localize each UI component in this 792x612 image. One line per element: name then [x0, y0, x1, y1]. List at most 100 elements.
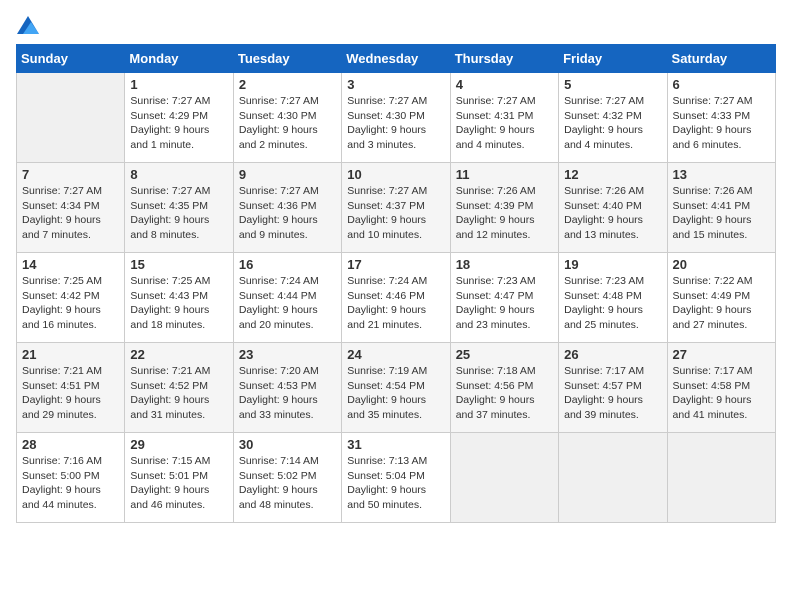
cell-content: Sunrise: 7:27 AM Sunset: 4:36 PM Dayligh…: [239, 184, 336, 243]
calendar-cell: 22 Sunrise: 7:21 AM Sunset: 4:52 PM Dayli…: [125, 343, 233, 433]
day-header: Monday: [125, 45, 233, 73]
calendar-week-row: 14Sunrise: 7:25 AM Sunset: 4:42 PM Dayli…: [17, 253, 776, 343]
day-number: 2: [239, 77, 336, 92]
cell-content: Sunrise: 7:24 AM Sunset: 4:46 PM Dayligh…: [347, 274, 444, 333]
day-header: Thursday: [450, 45, 558, 73]
day-number: 24: [347, 347, 444, 362]
calendar-week-row: 21 Sunrise: 7:21 AM Sunset: 4:51 PM Dayli…: [17, 343, 776, 433]
day-number: 25: [456, 347, 553, 362]
day-number: 7: [22, 167, 119, 182]
calendar-cell: 23 Sunrise: 7:20 AM Sunset: 4:53 PM Dayli…: [233, 343, 341, 433]
cell-content: Sunrise: 7:22 AM Sunset: 4:49 PM Dayligh…: [673, 274, 770, 333]
cell-content: Sunrise: 7:26 AM Sunset: 4:41 PM Dayligh…: [673, 184, 770, 243]
logo-icon: [17, 16, 39, 34]
calendar-cell: 15Sunrise: 7:25 AM Sunset: 4:43 PM Dayli…: [125, 253, 233, 343]
cell-content: Sunrise: 7:26 AM Sunset: 4:39 PM Dayligh…: [456, 184, 553, 243]
cell-content: Sunrise: 7:19 AM Sunset: 4:54 PM Dayligh…: [347, 364, 444, 423]
cell-content: Sunrise: 7:27 AM Sunset: 4:33 PM Dayligh…: [673, 94, 770, 153]
calendar-cell: 1Sunrise: 7:27 AM Sunset: 4:29 PM Daylig…: [125, 73, 233, 163]
calendar-cell: [559, 433, 667, 523]
day-header: Tuesday: [233, 45, 341, 73]
calendar-cell: 20 Sunrise: 7:22 AM Sunset: 4:49 PM Dayli…: [667, 253, 775, 343]
cell-content: Sunrise: 7:18 AM Sunset: 4:56 PM Dayligh…: [456, 364, 553, 423]
calendar-cell: 9 Sunrise: 7:27 AM Sunset: 4:36 PM Daylig…: [233, 163, 341, 253]
calendar-cell: 17 Sunrise: 7:24 AM Sunset: 4:46 PM Dayli…: [342, 253, 450, 343]
day-number: 26: [564, 347, 661, 362]
day-number: 8: [130, 167, 227, 182]
calendar-cell: [17, 73, 125, 163]
day-number: 29: [130, 437, 227, 452]
calendar-cell: 28 Sunrise: 7:16 AM Sunset: 5:00 PM Dayli…: [17, 433, 125, 523]
day-header: Friday: [559, 45, 667, 73]
calendar-cell: 31Sunrise: 7:13 AM Sunset: 5:04 PM Dayli…: [342, 433, 450, 523]
day-header: Wednesday: [342, 45, 450, 73]
day-number: 17: [347, 257, 444, 272]
day-number: 3: [347, 77, 444, 92]
day-number: 21: [22, 347, 119, 362]
calendar-cell: 12 Sunrise: 7:26 AM Sunset: 4:40 PM Dayli…: [559, 163, 667, 253]
cell-content: Sunrise: 7:16 AM Sunset: 5:00 PM Dayligh…: [22, 454, 119, 513]
day-number: 4: [456, 77, 553, 92]
day-number: 12: [564, 167, 661, 182]
day-number: 27: [673, 347, 770, 362]
day-header: Sunday: [17, 45, 125, 73]
calendar-cell: 19Sunrise: 7:23 AM Sunset: 4:48 PM Dayli…: [559, 253, 667, 343]
calendar-table: SundayMondayTuesdayWednesdayThursdayFrid…: [16, 44, 776, 523]
day-number: 6: [673, 77, 770, 92]
day-number: 18: [456, 257, 553, 272]
cell-content: Sunrise: 7:26 AM Sunset: 4:40 PM Dayligh…: [564, 184, 661, 243]
cell-content: Sunrise: 7:14 AM Sunset: 5:02 PM Dayligh…: [239, 454, 336, 513]
day-number: 14: [22, 257, 119, 272]
calendar-week-row: 1Sunrise: 7:27 AM Sunset: 4:29 PM Daylig…: [17, 73, 776, 163]
calendar-cell: 6 Sunrise: 7:27 AM Sunset: 4:33 PM Daylig…: [667, 73, 775, 163]
day-header: Saturday: [667, 45, 775, 73]
day-number: 10: [347, 167, 444, 182]
day-number: 31: [347, 437, 444, 452]
calendar-cell: 7 Sunrise: 7:27 AM Sunset: 4:34 PM Daylig…: [17, 163, 125, 253]
cell-content: Sunrise: 7:27 AM Sunset: 4:29 PM Dayligh…: [130, 94, 227, 153]
day-number: 11: [456, 167, 553, 182]
cell-content: Sunrise: 7:25 AM Sunset: 4:43 PM Dayligh…: [130, 274, 227, 333]
calendar-cell: 21 Sunrise: 7:21 AM Sunset: 4:51 PM Dayli…: [17, 343, 125, 433]
calendar-cell: 30Sunrise: 7:14 AM Sunset: 5:02 PM Dayli…: [233, 433, 341, 523]
calendar-cell: 11 Sunrise: 7:26 AM Sunset: 4:39 PM Dayli…: [450, 163, 558, 253]
calendar-cell: 5Sunrise: 7:27 AM Sunset: 4:32 PM Daylig…: [559, 73, 667, 163]
calendar-cell: 25 Sunrise: 7:18 AM Sunset: 4:56 PM Dayli…: [450, 343, 558, 433]
cell-content: Sunrise: 7:23 AM Sunset: 4:48 PM Dayligh…: [564, 274, 661, 333]
cell-content: Sunrise: 7:15 AM Sunset: 5:01 PM Dayligh…: [130, 454, 227, 513]
calendar-week-row: 7 Sunrise: 7:27 AM Sunset: 4:34 PM Daylig…: [17, 163, 776, 253]
calendar-cell: 14Sunrise: 7:25 AM Sunset: 4:42 PM Dayli…: [17, 253, 125, 343]
calendar-cell: 26Sunrise: 7:17 AM Sunset: 4:57 PM Dayli…: [559, 343, 667, 433]
calendar-cell: 18 Sunrise: 7:23 AM Sunset: 4:47 PM Dayli…: [450, 253, 558, 343]
cell-content: Sunrise: 7:27 AM Sunset: 4:31 PM Dayligh…: [456, 94, 553, 153]
cell-content: Sunrise: 7:17 AM Sunset: 4:58 PM Dayligh…: [673, 364, 770, 423]
calendar-cell: 16Sunrise: 7:24 AM Sunset: 4:44 PM Dayli…: [233, 253, 341, 343]
calendar-cell: 8 Sunrise: 7:27 AM Sunset: 4:35 PM Daylig…: [125, 163, 233, 253]
cell-content: Sunrise: 7:21 AM Sunset: 4:51 PM Dayligh…: [22, 364, 119, 423]
calendar-cell: 10 Sunrise: 7:27 AM Sunset: 4:37 PM Dayli…: [342, 163, 450, 253]
day-number: 23: [239, 347, 336, 362]
cell-content: Sunrise: 7:27 AM Sunset: 4:32 PM Dayligh…: [564, 94, 661, 153]
calendar-cell: [450, 433, 558, 523]
day-number: 9: [239, 167, 336, 182]
cell-content: Sunrise: 7:27 AM Sunset: 4:35 PM Dayligh…: [130, 184, 227, 243]
cell-content: Sunrise: 7:27 AM Sunset: 4:34 PM Dayligh…: [22, 184, 119, 243]
calendar-cell: [667, 433, 775, 523]
day-number: 22: [130, 347, 227, 362]
calendar-cell: 29 Sunrise: 7:15 AM Sunset: 5:01 PM Dayli…: [125, 433, 233, 523]
cell-content: Sunrise: 7:21 AM Sunset: 4:52 PM Dayligh…: [130, 364, 227, 423]
day-number: 28: [22, 437, 119, 452]
calendar-cell: 24 Sunrise: 7:19 AM Sunset: 4:54 PM Dayli…: [342, 343, 450, 433]
calendar-cell: 3Sunrise: 7:27 AM Sunset: 4:30 PM Daylig…: [342, 73, 450, 163]
cell-content: Sunrise: 7:27 AM Sunset: 4:37 PM Dayligh…: [347, 184, 444, 243]
calendar-week-row: 28 Sunrise: 7:16 AM Sunset: 5:00 PM Dayli…: [17, 433, 776, 523]
cell-content: Sunrise: 7:23 AM Sunset: 4:47 PM Dayligh…: [456, 274, 553, 333]
logo: [16, 16, 39, 34]
cell-content: Sunrise: 7:20 AM Sunset: 4:53 PM Dayligh…: [239, 364, 336, 423]
calendar-header-row: SundayMondayTuesdayWednesdayThursdayFrid…: [17, 45, 776, 73]
cell-content: Sunrise: 7:24 AM Sunset: 4:44 PM Dayligh…: [239, 274, 336, 333]
cell-content: Sunrise: 7:27 AM Sunset: 4:30 PM Dayligh…: [239, 94, 336, 153]
calendar-cell: 2 Sunrise: 7:27 AM Sunset: 4:30 PM Daylig…: [233, 73, 341, 163]
day-number: 20: [673, 257, 770, 272]
header: [16, 16, 776, 34]
